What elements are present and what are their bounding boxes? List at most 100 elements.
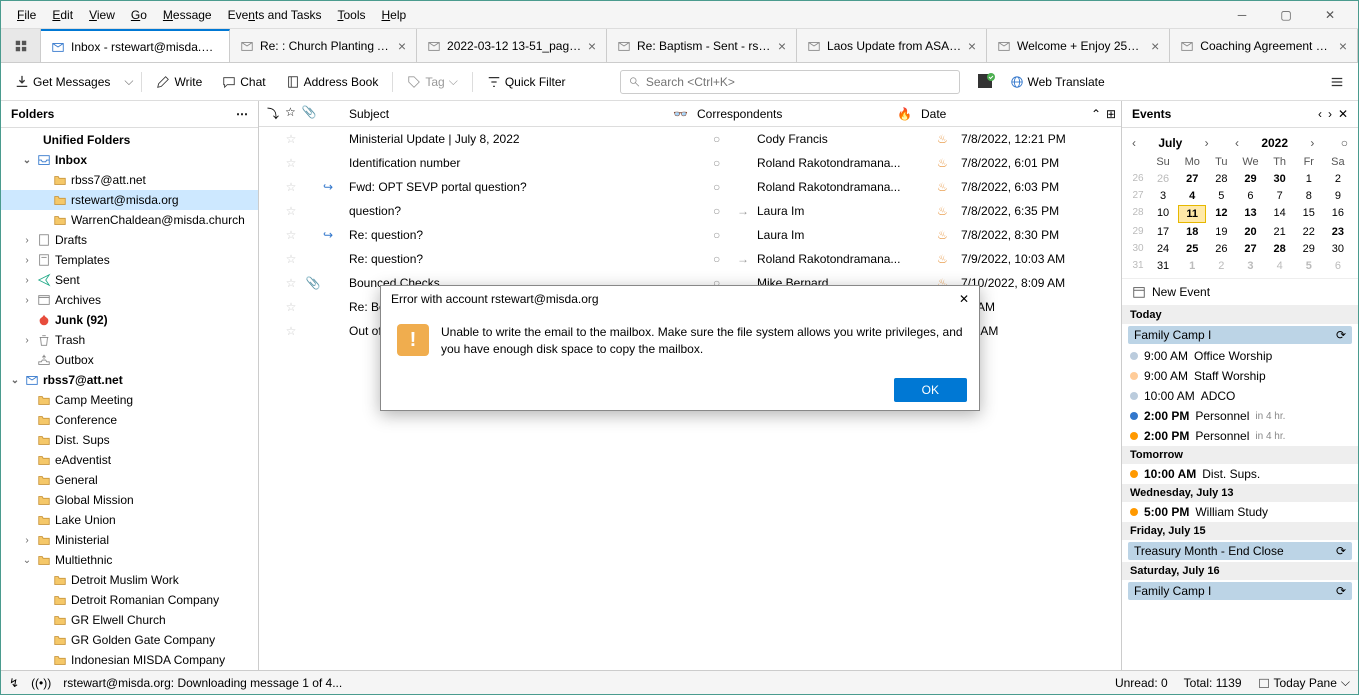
message-row[interactable]: ☆question?○→Laura Im♨7/8/2022, 6:35 PM [259, 199, 1121, 223]
cal-day[interactable]: 22 [1295, 224, 1323, 240]
agenda-event[interactable]: 5:00 PMWilliam Study [1122, 502, 1358, 522]
cal-day[interactable]: 12 [1207, 205, 1235, 223]
tab-close[interactable]: × [398, 38, 406, 54]
folder-item[interactable]: Junk (92) [1, 310, 258, 330]
folder-item[interactable]: Conference [1, 410, 258, 430]
get-messages-dropdown[interactable]: ⌵ [124, 74, 133, 89]
search-box[interactable] [620, 70, 960, 94]
folder-item[interactable]: ›Drafts [1, 230, 258, 250]
folders-menu-button[interactable]: ⋯ [236, 107, 248, 121]
folder-item[interactable]: ›Archives [1, 290, 258, 310]
correspondents-column[interactable]: Correspondents [697, 107, 897, 121]
window-close[interactable]: ✕ [1310, 3, 1350, 27]
folder-item[interactable]: ›Sent [1, 270, 258, 290]
star-icon[interactable]: ☆ [279, 300, 303, 314]
window-minimize[interactable]: ─ [1222, 3, 1262, 27]
read-column-icon[interactable]: 👓 [673, 107, 697, 121]
tab-0[interactable]: Inbox - rstewart@misda.or… [41, 29, 230, 62]
cal-day[interactable]: 28 [1266, 241, 1294, 257]
dialog-close[interactable]: ✕ [959, 292, 969, 306]
agenda-list[interactable]: TodayFamily Camp I⟳9:00 AMOffice Worship… [1122, 306, 1358, 670]
menu-go[interactable]: Go [123, 4, 155, 26]
cal-day[interactable]: 17 [1149, 224, 1177, 240]
folder-item[interactable]: Global Mission [1, 490, 258, 510]
tab-close[interactable]: × [1339, 38, 1347, 54]
twisty[interactable]: › [21, 335, 33, 346]
cal-month-next[interactable]: › [1201, 134, 1213, 152]
cal-day[interactable]: 20 [1236, 224, 1264, 240]
cal-day[interactable]: 8 [1295, 188, 1323, 204]
cal-today[interactable]: ○ [1337, 134, 1352, 152]
agenda-allday-event[interactable]: Treasury Month - End Close⟳ [1128, 542, 1352, 560]
tab-close[interactable]: × [778, 38, 786, 54]
date-column[interactable]: Date ⌃ [921, 107, 1101, 121]
cal-day[interactable]: 13 [1236, 205, 1264, 223]
cal-day[interactable]: 1 [1178, 258, 1206, 274]
cal-day[interactable]: 7 [1266, 188, 1294, 204]
events-next[interactable]: › [1328, 107, 1332, 121]
cal-day[interactable]: 30 [1324, 241, 1352, 257]
agenda-event[interactable]: 9:00 AMStaff Worship [1122, 366, 1358, 386]
cal-year-next[interactable]: › [1306, 134, 1318, 152]
sync-icon[interactable]: ↯ [9, 676, 19, 690]
star-column-icon[interactable]: ☆ [285, 105, 296, 122]
menu-tools[interactable]: Tools [329, 4, 373, 26]
tab-close[interactable]: × [588, 38, 596, 54]
read-icon[interactable]: ○ [713, 204, 737, 218]
cal-day[interactable]: 6 [1236, 188, 1264, 204]
cal-day[interactable]: 23 [1324, 224, 1352, 240]
folder-item[interactable]: Outbox [1, 350, 258, 370]
star-icon[interactable]: ☆ [279, 180, 303, 194]
dialog-ok-button[interactable]: OK [894, 378, 967, 402]
chat-button[interactable]: Chat [216, 71, 271, 93]
folder-item[interactable]: ⌄Inbox [1, 150, 258, 170]
read-icon[interactable]: ○ [713, 228, 737, 242]
agenda-allday-event[interactable]: Family Camp I⟳ [1128, 326, 1352, 344]
message-row[interactable]: ☆Identification number○Roland Rakotondra… [259, 151, 1121, 175]
folder-item[interactable]: Detroit Muslim Work [1, 570, 258, 590]
cal-day[interactable]: 9 [1324, 188, 1352, 204]
cal-day[interactable]: 27 [1178, 171, 1206, 187]
window-maximize[interactable]: ▢ [1266, 3, 1306, 27]
agenda-event[interactable]: 9:00 AMOffice Worship [1122, 346, 1358, 366]
spam-icon[interactable]: ♨ [937, 180, 961, 194]
menu-view[interactable]: View [81, 4, 123, 26]
menu-message[interactable]: Message [155, 4, 220, 26]
star-icon[interactable]: ☆ [279, 156, 303, 170]
cal-day[interactable]: 5 [1295, 258, 1323, 274]
menu-file[interactable]: File [9, 4, 44, 26]
folder-item[interactable]: ⌄rbss7@att.net [1, 370, 258, 390]
extension-icon[interactable] [976, 72, 996, 92]
read-icon[interactable]: ○ [713, 156, 737, 170]
cal-day[interactable]: 3 [1149, 188, 1177, 204]
tab-2[interactable]: 2022-03-12 13-51_page…× [417, 29, 607, 62]
menu-edit[interactable]: Edit [44, 4, 81, 26]
get-messages-button[interactable]: Get Messages [9, 71, 116, 93]
folder-item[interactable]: General [1, 470, 258, 490]
folder-item[interactable]: Indonesian MISDA Company [1, 650, 258, 670]
twisty[interactable]: ⌄ [21, 155, 33, 166]
folder-item[interactable]: ⌄Multiethnic [1, 550, 258, 570]
tab-1[interactable]: Re: : Church Planting A…× [230, 29, 417, 62]
cal-day[interactable]: 10 [1149, 205, 1177, 223]
cal-day[interactable]: 16 [1324, 205, 1352, 223]
cal-day[interactable]: 31 [1149, 258, 1177, 274]
quick-filter-button[interactable]: Quick Filter [481, 71, 572, 93]
agenda-event[interactable]: 2:00 PMPersonnelin 4 hr. [1122, 426, 1358, 446]
online-icon[interactable]: ((•)) [31, 676, 51, 690]
tab-4[interactable]: Laos Update from ASAP…× [797, 29, 987, 62]
star-icon[interactable]: ☆ [279, 132, 303, 146]
message-row[interactable]: ☆Re: question?○→Roland Rakotondramana...… [259, 247, 1121, 271]
cal-day[interactable]: 5 [1207, 188, 1235, 204]
cal-day[interactable]: 6 [1324, 258, 1352, 274]
folder-item[interactable]: ›Ministerial [1, 530, 258, 550]
twisty[interactable]: › [21, 535, 33, 546]
tag-button[interactable]: Tag ⌵ [401, 70, 463, 93]
spam-icon[interactable]: ♨ [937, 228, 961, 242]
folder-item[interactable]: rstewart@misda.org [1, 190, 258, 210]
star-icon[interactable]: ☆ [279, 252, 303, 266]
star-icon[interactable]: ☆ [279, 324, 303, 338]
cal-day[interactable]: 26 [1149, 171, 1177, 187]
cal-day[interactable]: 29 [1236, 171, 1264, 187]
cal-day[interactable]: 2 [1324, 171, 1352, 187]
